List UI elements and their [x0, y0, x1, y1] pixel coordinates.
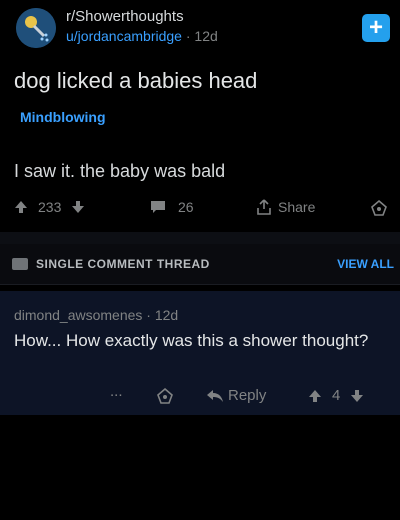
award-icon [371, 199, 387, 216]
vote-group: 233 [14, 199, 85, 215]
post-title[interactable]: dog licked a babies head [14, 68, 257, 94]
comment-author[interactable]: dimond_awsomenes [14, 307, 142, 323]
join-button[interactable]: + [362, 14, 390, 42]
post-card: r/Showerthoughts u/jordancambridge · 12d… [0, 0, 400, 232]
more-options-button[interactable]: ... [110, 383, 123, 400]
post-body: I saw it. the baby was bald [14, 161, 226, 181]
comment-vote-group: 4 [308, 387, 364, 404]
award-icon [157, 387, 173, 404]
award-button[interactable] [370, 199, 388, 217]
view-all-link[interactable]: VIEW ALL [337, 257, 394, 271]
single-comment-thread-bar: SINGLE COMMENT THREAD VIEW ALL [0, 244, 400, 285]
comments-button[interactable]: 26 [150, 199, 194, 215]
comment-score: 4 [332, 387, 341, 404]
comment-age: 12d [154, 307, 179, 323]
section-divider [0, 232, 400, 244]
upvote-icon[interactable] [308, 389, 322, 403]
post-age: 12d [194, 28, 218, 44]
share-label: Share [278, 199, 316, 215]
share-icon [257, 199, 271, 215]
reply-label: Reply [228, 387, 267, 404]
reply-button[interactable]: Reply [206, 387, 266, 404]
comment-text: How... How exactly was this a shower tho… [14, 331, 369, 350]
shower-icon [16, 8, 56, 48]
separator-dot: · [146, 307, 155, 323]
plus-icon: + [368, 14, 383, 41]
comment: dimond_awsomenes · 12d How... How exactl… [0, 291, 400, 415]
upvote-icon[interactable] [14, 200, 28, 214]
share-button[interactable]: Share [256, 199, 315, 215]
downvote-icon[interactable] [71, 200, 85, 214]
post-flair[interactable]: Mindblowing [20, 109, 106, 125]
post-score: 233 [38, 199, 62, 215]
subreddit-name[interactable]: r/Showerthoughts [66, 8, 184, 25]
comment-meta: dimond_awsomenes · 12d [14, 307, 178, 323]
comment-count: 26 [178, 199, 194, 215]
comment-award-button[interactable] [156, 387, 174, 405]
downvote-icon[interactable] [350, 389, 364, 403]
post-actions: 233 26 Share [0, 192, 400, 226]
reply-icon [207, 389, 223, 402]
comment-actions: ... Reply 4 [0, 383, 400, 409]
thread-label: SINGLE COMMENT THREAD [36, 257, 210, 271]
thread-icon [12, 258, 28, 270]
author-line: u/jordancambridge · 12d [66, 28, 218, 44]
post-author[interactable]: u/jordancambridge [66, 28, 182, 44]
comment-icon [151, 201, 165, 213]
subreddit-avatar[interactable] [16, 8, 56, 48]
